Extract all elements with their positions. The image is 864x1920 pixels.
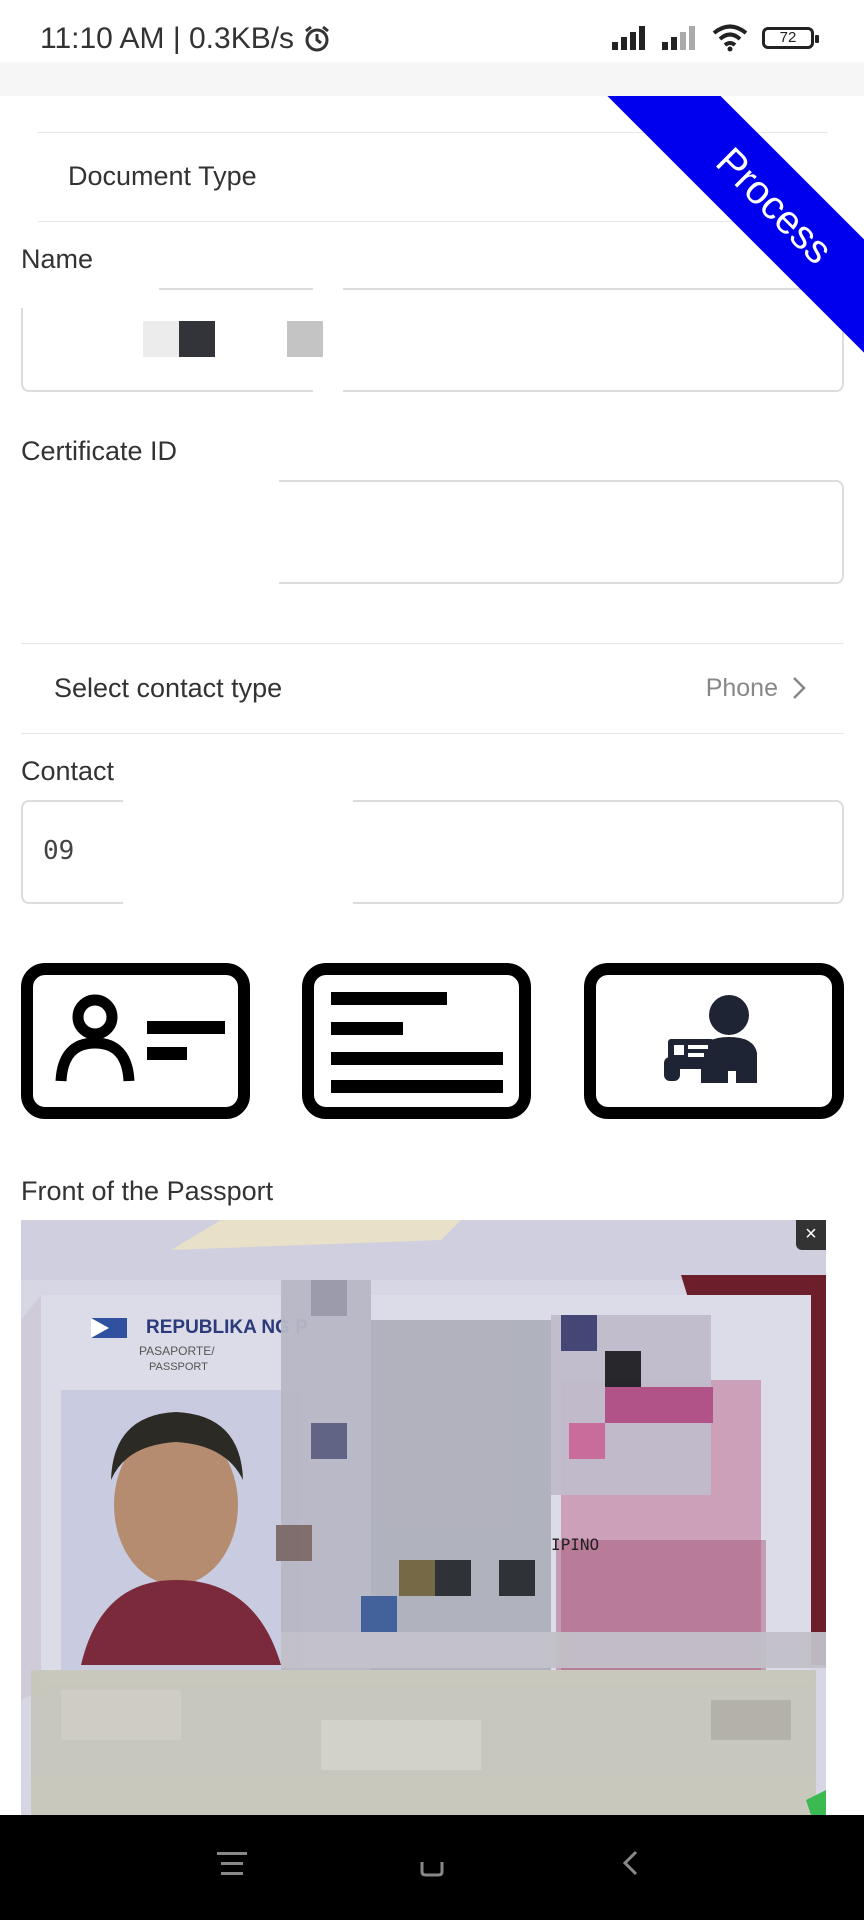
alarm-icon [305,25,329,52]
id-card-icon [55,994,225,1082]
contact-type-value: Phone [705,673,778,702]
remove-photo-button[interactable]: × [796,1220,826,1250]
upload-title: Front of the Passport [21,1176,274,1206]
status-bar: 11:10 AM | 0.3KB/s 72 [0,0,864,62]
divider [21,643,844,644]
back-icon [622,1850,638,1876]
signal-icon [612,26,645,50]
signal-icon [662,26,695,50]
time-speed: 11:10 AM | 0.3KB/s [40,22,295,55]
home-icon [420,1862,444,1877]
contact-value: 09 [43,836,75,866]
passport-image: REPUBLIKA NG P PASAPORTE/ PASSPORT IPINO [21,1220,826,1815]
process-ribbon-label: Process [576,96,864,404]
selfie-with-id-button[interactable] [584,963,844,1119]
person-with-card-icon [664,995,757,1083]
passport-photo[interactable]: REPUBLIKA NG P PASAPORTE/ PASSPORT IPINO [21,1220,826,1815]
document-type-label: Document Type [68,160,257,191]
contact-type-value-wrap: Phone [706,674,806,703]
redaction [19,286,159,308]
name-label: Name [21,244,94,274]
home-button[interactable] [418,1845,446,1887]
status-left: 11:10 AM | 0.3KB/s [40,22,332,56]
divider [21,733,844,734]
header-strip [0,62,864,96]
close-icon: × [805,1223,817,1245]
certificate-id-label: Certificate ID [21,436,178,466]
passport-text: PASSPORT [149,1361,208,1373]
menu-icon [217,1852,247,1875]
redaction-pixel [143,321,179,357]
contact-type-selector[interactable]: Select contact type Phone [54,670,806,706]
redaction [19,478,279,588]
redaction-pixel [179,321,215,357]
contact-field[interactable]: 09 [21,798,844,908]
back-button[interactable] [620,1845,640,1887]
process-ribbon[interactable]: Process [554,96,864,406]
menu-button[interactable] [215,1845,249,1887]
passport-text: PASAPORTE/ [139,1344,215,1358]
redaction [123,798,353,908]
certificate-id-field[interactable] [19,478,844,588]
battery-icon: 72 [762,27,819,49]
contact-type-label: Select contact type [54,672,283,703]
passport-text: IPINO [551,1535,599,1554]
redaction-pixel [287,321,323,357]
status-right: 72 [612,24,819,52]
contact-label: Contact [21,756,115,786]
document-lines-icon [331,992,503,1093]
id-card-button[interactable] [21,963,250,1119]
chevron-right-icon [793,677,806,699]
document-button[interactable] [302,963,531,1119]
system-nav-bar [0,1815,864,1920]
wifi-icon [712,24,748,52]
